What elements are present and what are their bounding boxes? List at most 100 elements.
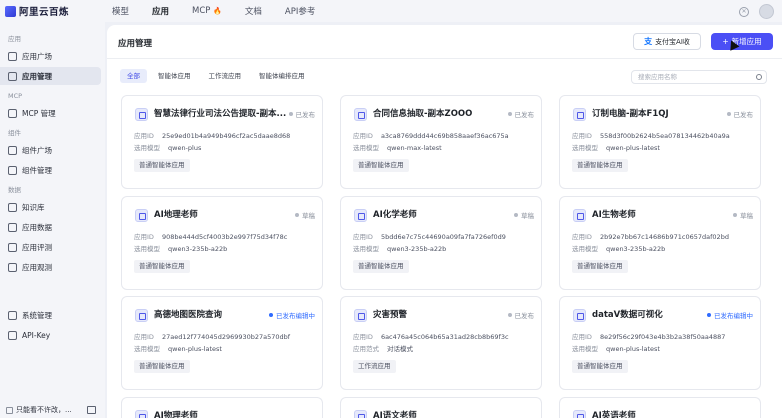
status-text: 草稿 xyxy=(740,212,753,220)
app-icon xyxy=(135,108,148,121)
app-id-value: 5bdd6e7c75c44690a09fa7fa726ef0d9 xyxy=(380,233,506,241)
top-bar: 阿里云百炼 模型 应用 MCP 🔥 文档 API参考 ✕ xyxy=(0,0,782,22)
tab-orchestration[interactable]: 智能体编排应用 xyxy=(252,69,312,83)
app-model-value: qwen-max-latest xyxy=(387,144,442,152)
sidebar-footer: 只能看不许改，... xyxy=(0,402,105,418)
logo-icon xyxy=(5,5,16,17)
status-text: 已发布编辑中 xyxy=(714,312,753,320)
app-model-row: 选用模型 qwen-plus-latest xyxy=(134,343,222,353)
app-id-row: 应用ID 558d3f00b2624b5ea078134462b40a9a xyxy=(572,130,730,140)
sidebar-item-app-observe[interactable]: 应用观测 xyxy=(0,258,101,276)
app-id-row: 应用ID a3ca8769ddd44c69b858aaef36ac675a xyxy=(353,130,509,140)
status-badge: 已发布编辑中 xyxy=(707,310,753,320)
close-circle-icon[interactable]: ✕ xyxy=(739,6,749,17)
grid-icon xyxy=(8,51,17,61)
app-card-partial[interactable]: AI语文老师 xyxy=(340,397,542,418)
nav-app[interactable]: 应用 xyxy=(152,5,169,17)
search-input[interactable] xyxy=(638,73,750,81)
app-card-partial[interactable]: AI物理老师 xyxy=(121,397,323,418)
sidebar-item-label: API-Key xyxy=(22,330,51,340)
app-model-row: 应用范式 对话模式 xyxy=(353,343,413,353)
add-app-button[interactable]: + 新增应用 xyxy=(711,33,773,50)
tab-all[interactable]: 全部 xyxy=(120,69,147,83)
top-nav: 模型 应用 MCP 🔥 文档 API参考 xyxy=(112,5,338,17)
sidebar-item-label: 应用广场 xyxy=(22,51,52,61)
status-badge: 已发布 xyxy=(507,310,534,320)
nav-model[interactable]: 模型 xyxy=(112,5,129,17)
top-right-tools: ✕ xyxy=(739,4,774,19)
book-icon xyxy=(8,202,17,212)
app-card[interactable]: 订制电脑-副本F1QJ 已发布 应用ID 558d3f00b2624b5ea07813… xyxy=(559,95,761,189)
search-icon[interactable] xyxy=(756,74,762,80)
logo[interactable]: 阿里云百炼 xyxy=(0,4,112,18)
status-dot xyxy=(514,213,518,217)
readonly-checkbox[interactable] xyxy=(6,406,13,414)
nav-mcp[interactable]: MCP 🔥 xyxy=(192,6,222,16)
status-dot xyxy=(507,313,512,317)
collapse-panel-icon[interactable] xyxy=(87,406,96,414)
app-id-label: 应用ID xyxy=(134,333,154,341)
nav-docs[interactable]: 文档 xyxy=(245,5,262,17)
app-card[interactable]: dataV数据可视化 已发布编辑中 应用ID 8e29f56c29f043e4b3b2… xyxy=(559,296,761,390)
sidebar-item-component-manage[interactable]: 组件管理 xyxy=(0,161,101,179)
app-id-row: 应用ID 2b92e7bb67c14686b971c0657daf02bd xyxy=(572,231,729,241)
app-model-label: 选用模型 xyxy=(353,144,379,152)
page-title: 应用管理 xyxy=(118,39,153,49)
app-model-label: 应用范式 xyxy=(353,345,379,353)
app-card[interactable]: 智慧法律行业司法公告提取-副本... 已发布 应用ID 25e9ed01b4a949b… xyxy=(121,95,323,189)
app-title: AI语文老师 xyxy=(373,411,417,418)
filter-tabs: 全部 智能体应用 工作流应用 智能体编排应用 xyxy=(120,69,312,83)
app-card[interactable]: AI化学老师 草稿 应用ID 5bdd6e7c75c44690a09fa7fa726e… xyxy=(340,196,542,290)
status-dot xyxy=(707,313,711,317)
sidebar-item-app-data[interactable]: 应用数据 xyxy=(0,218,101,236)
sidebar-item-label: 应用观测 xyxy=(22,262,52,272)
status-text: 草稿 xyxy=(521,212,534,220)
app-model-row: 选用模型 qwen3-235b-a22b xyxy=(572,243,665,253)
sidebar-section-component: 组件 xyxy=(8,129,21,137)
sidebar-item-app-eval[interactable]: 应用评测 xyxy=(0,238,101,256)
app-type-tag: 普通智能体应用 xyxy=(353,159,409,172)
sidebar-item-label: 应用管理 xyxy=(22,71,52,81)
app-model-row: 选用模型 qwen-plus xyxy=(134,142,201,152)
sidebar-item-api-key[interactable]: API-Key xyxy=(0,326,101,344)
tab-agent[interactable]: 智能体应用 xyxy=(151,69,198,83)
sidebar-item-knowledge[interactable]: 知识库 xyxy=(0,198,101,216)
sidebar-item-system[interactable]: 系统管理 xyxy=(0,306,101,324)
app-icon xyxy=(135,209,148,222)
alipay-ai-button[interactable]: 支支付宝AI收 xyxy=(633,33,701,50)
app-card[interactable]: AI地理老师 草稿 应用ID 908be444d5cf4003b2e997f75d34… xyxy=(121,196,323,290)
app-card[interactable]: AI生物老师 草稿应用ID 2b92e7bb67c14686b971c0657daf… xyxy=(559,196,761,290)
alipay-icon: 支 xyxy=(644,37,653,46)
app-model-row: 选用模型 qwen3-235b-a22b xyxy=(134,243,227,253)
sidebar-item-app-market[interactable]: 应用广场 xyxy=(0,47,101,65)
app-icon xyxy=(354,209,367,222)
app-type-tag: 普通智能体应用 xyxy=(134,159,190,172)
app-title: AI生物老师 xyxy=(592,210,636,220)
sidebar-item-component-market[interactable]: 组件广场 xyxy=(0,141,101,159)
component-icon xyxy=(8,145,17,155)
app-type-tag: 普通智能体应用 xyxy=(572,159,628,172)
sidebar-item-mcp-manage[interactable]: MCP 管理 xyxy=(0,104,101,122)
app-model-row: 选用模型 qwen-max-latest xyxy=(353,142,442,152)
status-text: 已发布编辑中 xyxy=(276,312,315,320)
alipay-label: 支付宝AI收 xyxy=(655,37,690,46)
status-badge: 草稿 xyxy=(295,210,315,220)
sidebar-item-label: 组件管理 xyxy=(22,165,52,175)
app-id-row: 应用ID 27aed12f774045d2969930b27a570dbf xyxy=(134,331,290,341)
app-model-label: 选用模型 xyxy=(572,345,598,353)
app-card[interactable]: 灾害预警 已发布 应用ID 6ac476a45c064b65a31ad28cb8b69… xyxy=(340,296,542,390)
app-card-partial[interactable]: AI英语老师 xyxy=(559,397,761,418)
status-badge: 已发布 xyxy=(726,109,753,119)
status-badge: 草稿 xyxy=(733,210,753,220)
logo-text: 阿里云百炼 xyxy=(19,7,70,18)
app-title: 高德地图医院查询 xyxy=(154,310,223,320)
sidebar-item-app-manage[interactable]: 应用管理 xyxy=(0,67,101,85)
app-model-value: qwen-plus xyxy=(168,144,202,152)
avatar[interactable] xyxy=(759,4,774,19)
app-title: 合同信息抽取-副本ZOOO xyxy=(373,109,473,119)
nav-api-ref[interactable]: API参考 xyxy=(285,5,315,17)
app-card[interactable]: 高德地图医院查询 已发布编辑中应用ID 27aed12f774045d2969930… xyxy=(121,296,323,390)
app-card[interactable]: 合同信息抽取-副本ZOOO 已发布 应用ID a3ca8769ddd44c69b858… xyxy=(340,95,542,189)
tab-workflow[interactable]: 工作流应用 xyxy=(202,69,249,83)
app-model-row: 选用模型 qwen-plus-latest xyxy=(572,343,660,353)
